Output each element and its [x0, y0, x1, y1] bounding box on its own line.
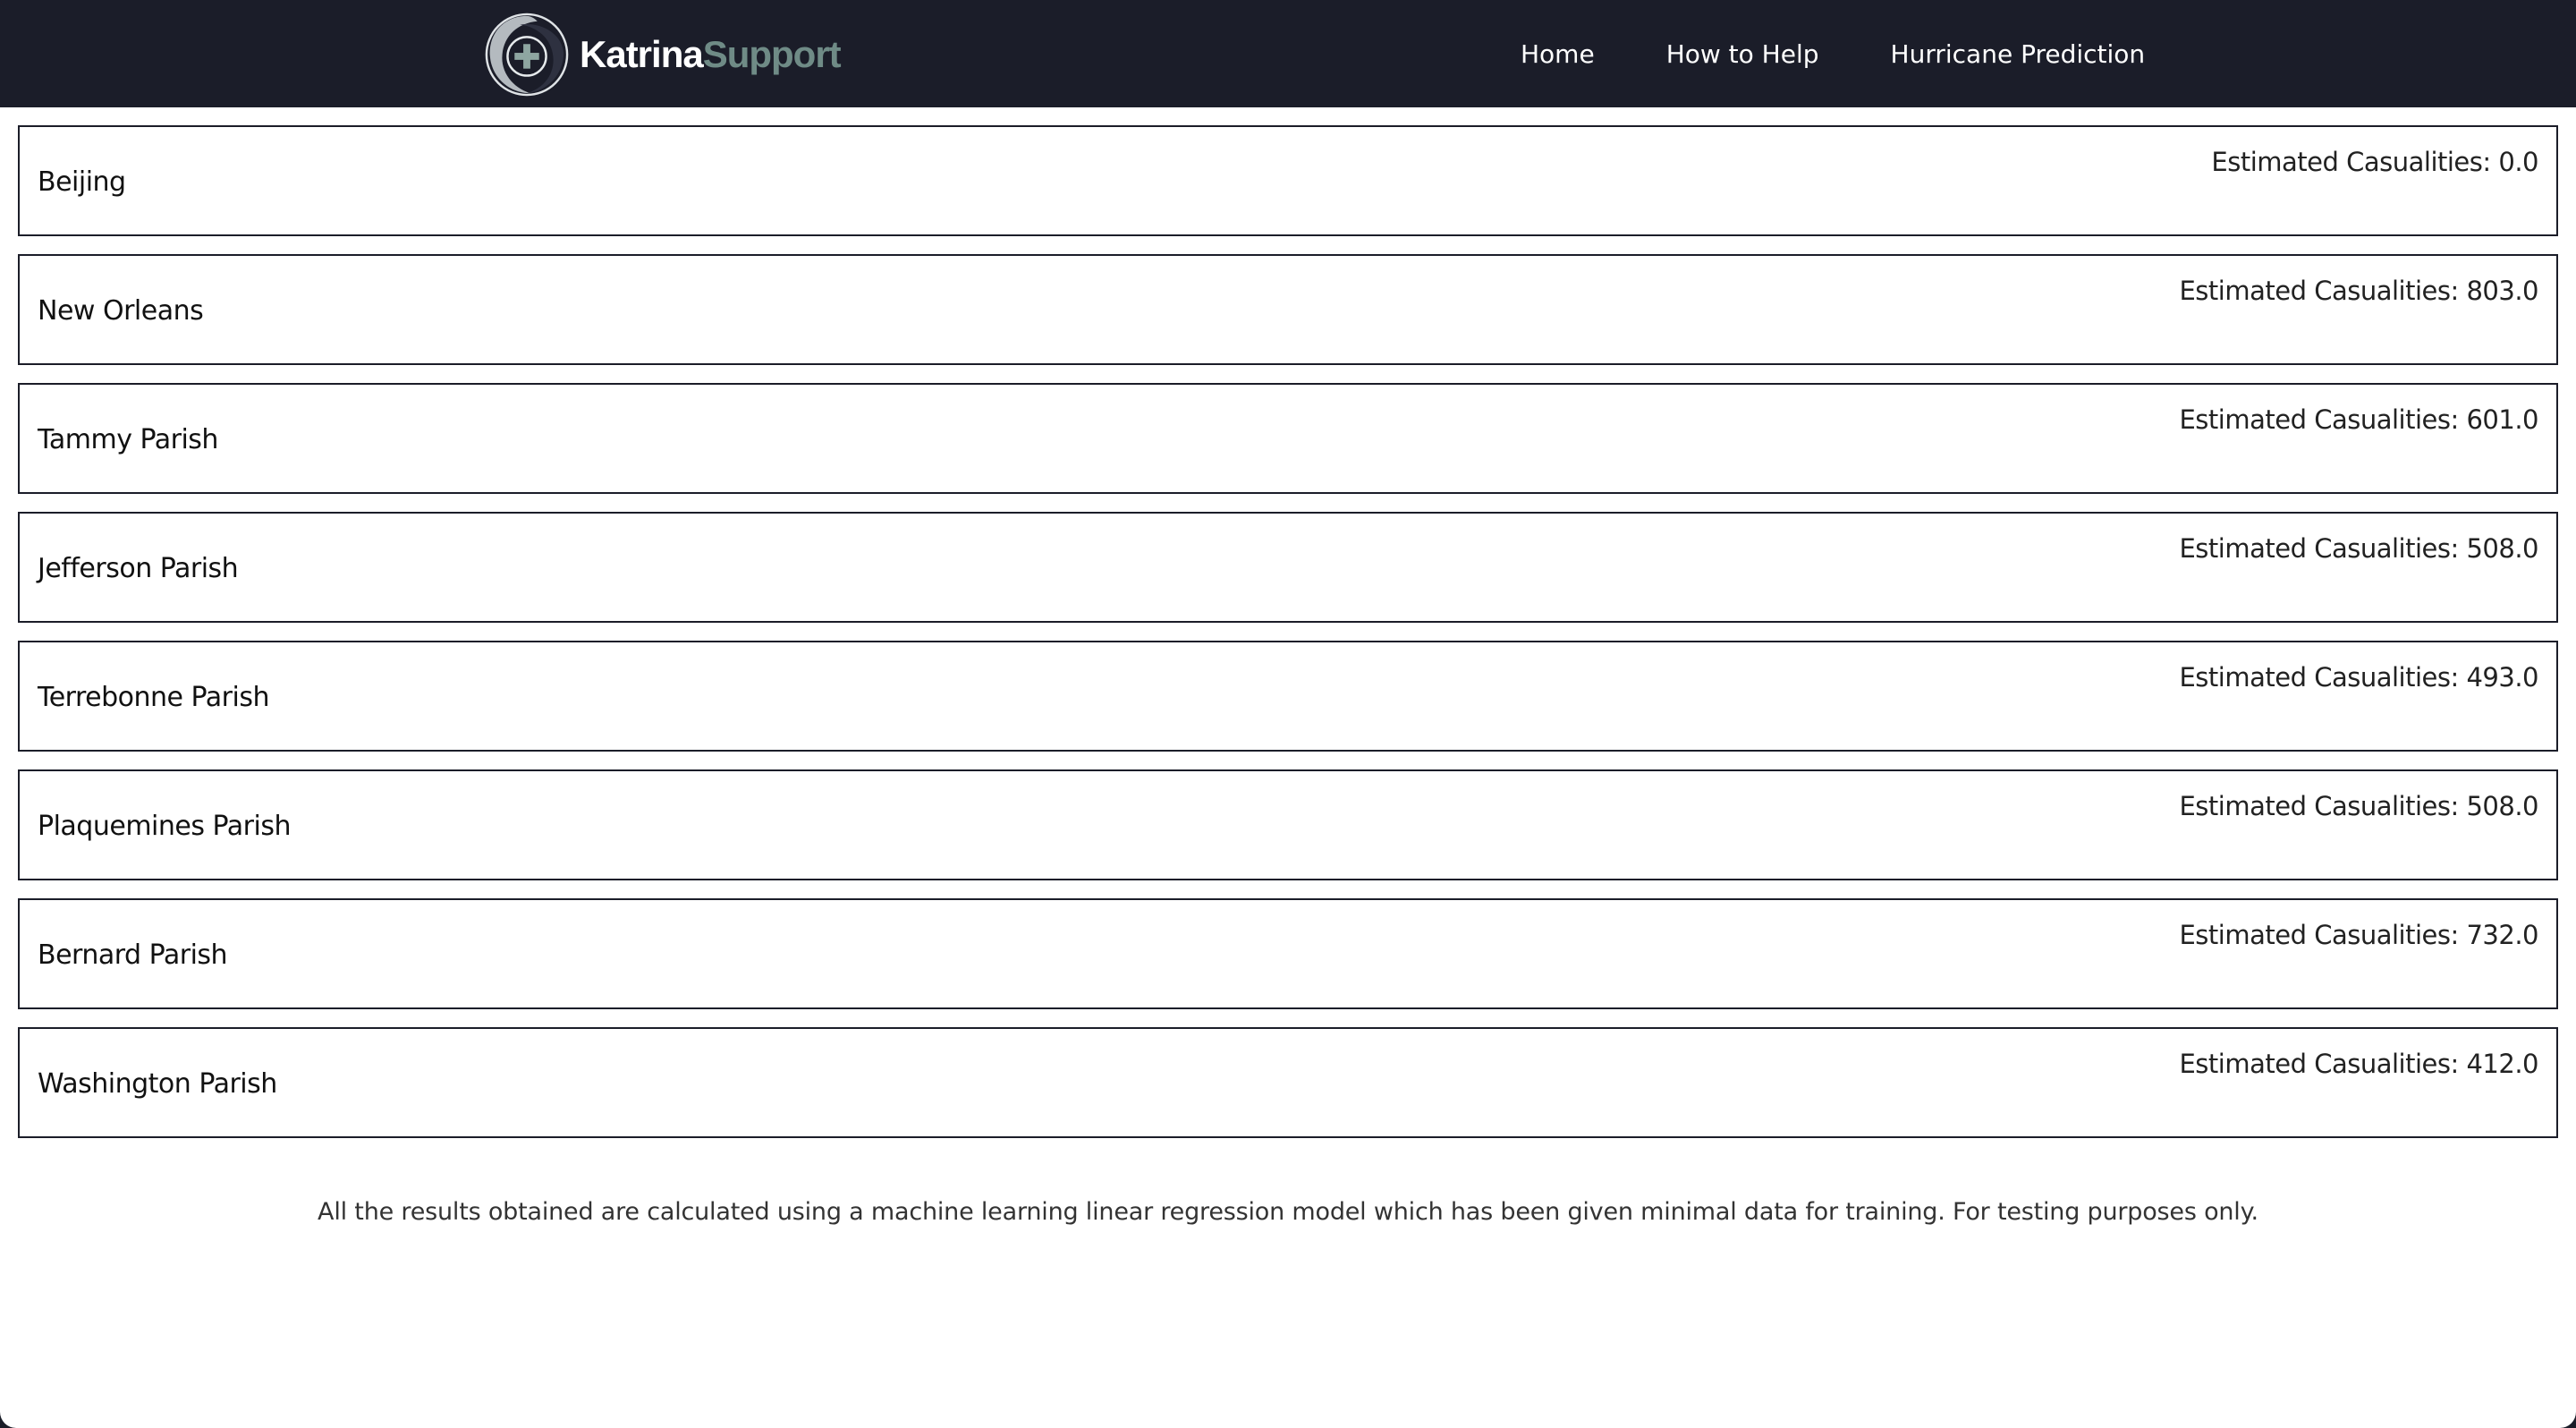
location-name: Terrebonne Parish: [38, 682, 269, 713]
result-row: Tammy Parish Estimated Casualities: 601.…: [18, 383, 2558, 494]
location-name: Beijing: [38, 166, 126, 198]
brand-name-part1: Katrina: [580, 33, 704, 75]
navbar: KatrinaSupport Home How to Help Hurrican…: [0, 0, 2576, 107]
casualty-estimate: Estimated Casualities: 0.0: [2211, 147, 2538, 177]
result-row: Bernard Parish Estimated Casualities: 73…: [18, 898, 2558, 1009]
result-row: Beijing Estimated Casualities: 0.0: [18, 125, 2558, 236]
disclaimer-text: All the results obtained are calculated …: [318, 1198, 2258, 1226]
result-row: New Orleans Estimated Casualities: 803.0: [18, 254, 2558, 365]
nav-home-link[interactable]: Home: [1521, 39, 1595, 69]
location-name: Washington Parish: [38, 1068, 277, 1100]
casualty-estimate: Estimated Casualities: 508.0: [2179, 791, 2538, 821]
casualty-estimate: Estimated Casualities: 803.0: [2179, 276, 2538, 306]
casualty-estimate: Estimated Casualities: 412.0: [2179, 1049, 2538, 1079]
result-row: Jefferson Parish Estimated Casualities: …: [18, 512, 2558, 623]
page: KatrinaSupport Home How to Help Hurrican…: [0, 0, 2576, 1428]
casualty-estimate: Estimated Casualities: 493.0: [2179, 662, 2538, 693]
location-name: Plaquemines Parish: [38, 811, 291, 842]
result-row: Terrebonne Parish Estimated Casualities:…: [18, 641, 2558, 752]
nav-hurricane-prediction-link[interactable]: Hurricane Prediction: [1891, 39, 2146, 69]
brand-name-part2: Support: [702, 33, 842, 75]
casualty-estimate: Estimated Casualities: 732.0: [2179, 920, 2538, 950]
main-nav: Home How to Help Hurricane Prediction: [1521, 0, 2145, 107]
location-name: Tammy Parish: [38, 424, 218, 455]
brand-logo[interactable]: KatrinaSupport: [483, 11, 842, 98]
location-name: Bernard Parish: [38, 939, 228, 971]
result-row: Washington Parish Estimated Casualities:…: [18, 1027, 2558, 1138]
casualty-estimate: Estimated Casualities: 508.0: [2179, 533, 2538, 564]
brand-name: KatrinaSupport: [580, 33, 842, 75]
casualty-estimate: Estimated Casualities: 601.0: [2179, 404, 2538, 435]
location-name: New Orleans: [38, 295, 204, 327]
hurricane-cross-icon: [485, 13, 569, 97]
result-row: Plaquemines Parish Estimated Casualities…: [18, 769, 2558, 880]
nav-how-to-help-link[interactable]: How to Help: [1666, 39, 1819, 69]
location-name: Jefferson Parish: [38, 553, 239, 584]
results-list: Beijing Estimated Casualities: 0.0 New O…: [18, 125, 2558, 1156]
